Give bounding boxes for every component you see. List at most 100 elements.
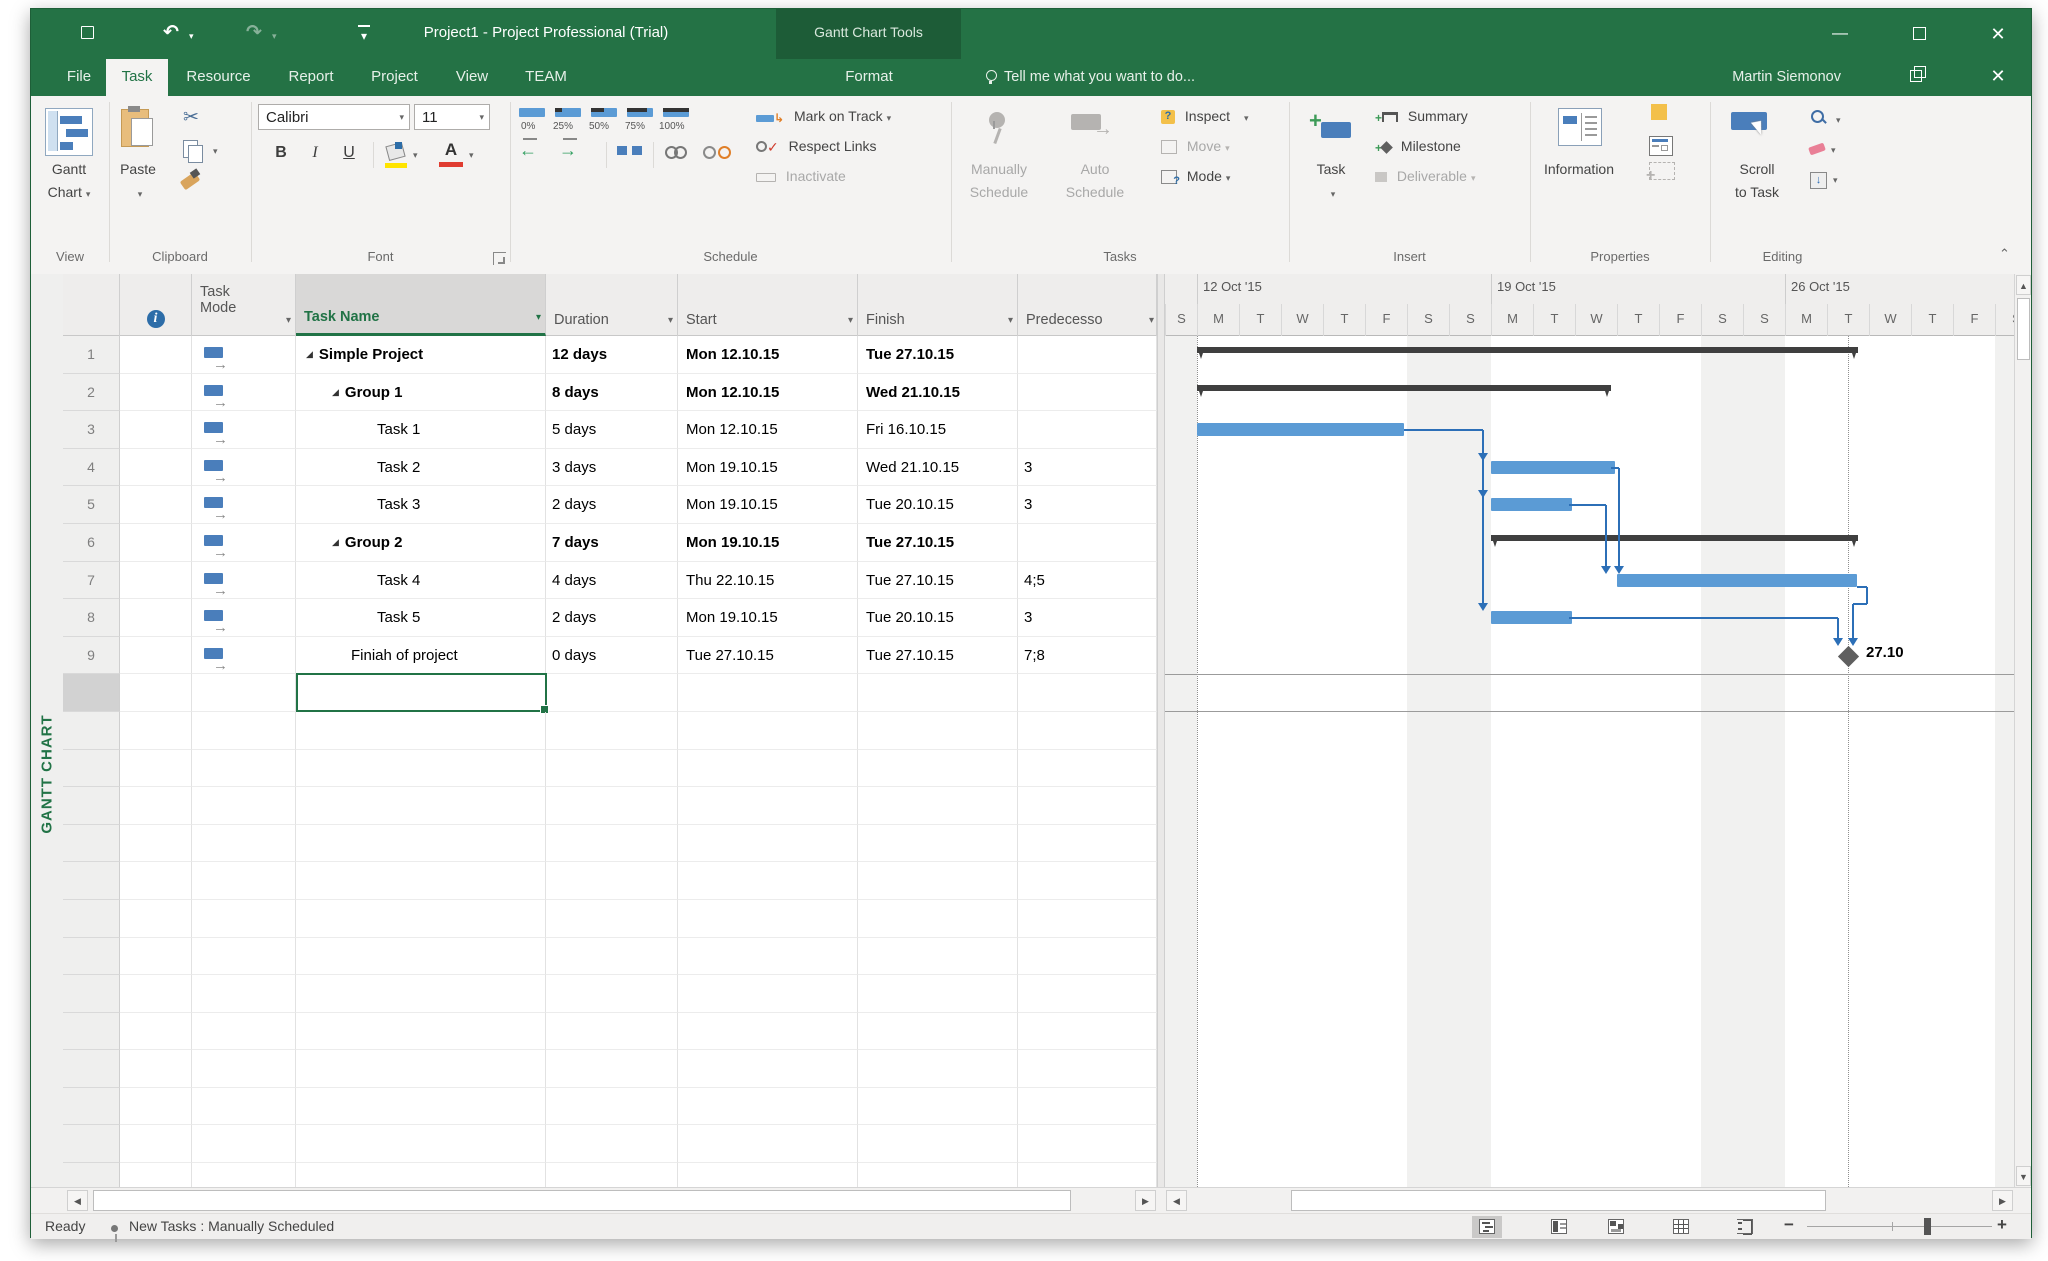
- respect-links-button[interactable]: ✓ Respect Links: [756, 138, 877, 156]
- table-scroll-right-icon[interactable]: ▶: [1135, 1190, 1156, 1211]
- header-predecessors[interactable]: Predecesso ▾: [1018, 274, 1157, 336]
- table-row[interactable]: [63, 712, 1157, 750]
- view-gantt-button[interactable]: [1472, 1216, 1502, 1238]
- font-color-button[interactable]: A: [439, 140, 463, 168]
- table-row[interactable]: 9→Finiah of project0 daysTue 27.10.15Tue…: [63, 637, 1157, 675]
- zoom-out-icon[interactable]: −: [1784, 1215, 1794, 1235]
- table-row[interactable]: 1→◢Simple Project12 daysMon 12.10.15Tue …: [63, 336, 1157, 374]
- link-tasks-icon[interactable]: [665, 146, 687, 164]
- outdent-task-icon[interactable]: ←: [519, 140, 537, 161]
- redo-dropdown-icon[interactable]: ▾: [272, 31, 277, 42]
- expand-collapse-icon[interactable]: ◢: [332, 387, 339, 397]
- expand-collapse-icon[interactable]: ◢: [306, 349, 313, 359]
- expand-collapse-icon[interactable]: ◢: [332, 537, 339, 547]
- unlink-tasks-icon[interactable]: [703, 146, 731, 164]
- indent-task-icon[interactable]: →: [559, 140, 577, 161]
- header-duration[interactable]: Duration ▾: [546, 274, 678, 336]
- insert-task-button[interactable]: Task▾: [1303, 158, 1359, 206]
- add-to-timeline-icon[interactable]: +: [1649, 162, 1675, 180]
- table-row[interactable]: [63, 1013, 1157, 1051]
- header-start[interactable]: Start ▾: [678, 274, 858, 336]
- table-row[interactable]: [63, 674, 1157, 712]
- finish-filter-icon[interactable]: ▾: [1008, 315, 1013, 326]
- milestone-diamond[interactable]: [1838, 646, 1859, 667]
- manually-schedule-button[interactable]: ManuallySchedule: [953, 158, 1045, 204]
- selected-cell[interactable]: [296, 673, 547, 712]
- table-row[interactable]: [63, 750, 1157, 788]
- maximize-button[interactable]: [1896, 21, 1942, 49]
- font-size-select[interactable]: 11▾: [414, 104, 490, 130]
- table-chart-splitter[interactable]: [1157, 274, 1165, 1187]
- collapse-ribbon-icon[interactable]: ⌃: [1999, 246, 2010, 262]
- tab-team[interactable]: TEAM: [509, 59, 583, 96]
- restore-document-button[interactable]: [1893, 63, 1939, 91]
- display-task-details-icon[interactable]: [1649, 136, 1673, 156]
- vertical-scrollbar[interactable]: ▲ ▼: [2014, 274, 2031, 1187]
- view-task-usage-button[interactable]: [1544, 1216, 1574, 1238]
- manually-schedule-icon[interactable]: [979, 108, 1019, 148]
- paste-icon[interactable]: [121, 106, 155, 148]
- vertical-scroll-thumb[interactable]: [2017, 298, 2030, 360]
- scroll-to-task-icon[interactable]: [1731, 108, 1783, 148]
- background-color-button[interactable]: [385, 142, 407, 168]
- find-button[interactable]: ▾: [1811, 110, 1841, 128]
- gantt-chart-canvas[interactable]: 27.10: [1165, 336, 2014, 1187]
- table-body[interactable]: 1→◢Simple Project12 daysMon 12.10.15Tue …: [63, 336, 1157, 1187]
- view-resource-sheet-button[interactable]: [1666, 1216, 1696, 1238]
- header-finish[interactable]: Finish ▾: [858, 274, 1018, 336]
- gantt-chart-view-button[interactable]: Gantt Chart▾: [33, 158, 105, 206]
- inactivate-button[interactable]: Inactivate: [756, 168, 846, 185]
- table-row[interactable]: [63, 787, 1157, 825]
- task-mode-filter-icon[interactable]: ▾: [286, 315, 291, 326]
- inspect-button[interactable]: ? Inspect▾: [1161, 108, 1249, 124]
- table-row[interactable]: [63, 938, 1157, 976]
- duration-filter-icon[interactable]: ▾: [668, 315, 673, 326]
- scroll-up-icon[interactable]: ▲: [2016, 275, 2031, 295]
- mark-on-track-button[interactable]: ↳ Mark on Track▾: [756, 108, 891, 125]
- table-row[interactable]: [63, 1050, 1157, 1088]
- zoom-slider-track[interactable]: [1807, 1226, 1992, 1227]
- header-info[interactable]: i: [120, 274, 192, 336]
- table-scroll-thumb[interactable]: [93, 1190, 1071, 1211]
- tab-view[interactable]: View: [441, 59, 503, 96]
- header-task-name[interactable]: Task Name ▾: [296, 274, 546, 336]
- copy-icon[interactable]: [183, 140, 198, 158]
- fill-button[interactable]: ↓▾: [1810, 170, 1838, 189]
- pct-50-icon[interactable]: [591, 108, 617, 117]
- table-row[interactable]: 8→Task 52 daysMon 19.10.15Tue 20.10.153: [63, 599, 1157, 637]
- zoom-in-icon[interactable]: +: [1997, 1215, 2007, 1235]
- clear-button[interactable]: ▾: [1809, 140, 1836, 158]
- table-row[interactable]: 6→◢Group 27 daysMon 19.10.15Tue 27.10.15: [63, 524, 1157, 562]
- chart-scroll-left-icon[interactable]: ◀: [1166, 1190, 1187, 1211]
- scroll-to-task-button[interactable]: Scrollto Task: [1719, 158, 1795, 204]
- cut-icon[interactable]: ✂: [183, 106, 199, 129]
- chart-scroll-right-icon[interactable]: ▶: [1992, 1190, 2013, 1211]
- status-new-tasks[interactable]: New Tasks : Manually Scheduled: [129, 1218, 334, 1234]
- move-button[interactable]: Move▾: [1161, 138, 1230, 154]
- scroll-down-icon[interactable]: ▼: [2016, 1166, 2031, 1186]
- pct-25-icon[interactable]: [555, 108, 581, 117]
- undo-icon[interactable]: ↶: [163, 22, 179, 44]
- redo-icon[interactable]: ↷: [246, 22, 262, 44]
- table-row[interactable]: 5→Task 32 daysMon 19.10.15Tue 20.10.153: [63, 486, 1157, 524]
- tab-project[interactable]: Project: [356, 59, 433, 96]
- zoom-slider-thumb[interactable]: [1924, 1218, 1931, 1235]
- gantt-chart-view-icon[interactable]: [45, 108, 93, 156]
- view-report-button[interactable]: [1730, 1216, 1760, 1238]
- undo-dropdown-icon[interactable]: ▾: [189, 31, 194, 42]
- task-bar[interactable]: [1491, 611, 1572, 624]
- tell-me-box[interactable]: Tell me what you want to do...: [986, 59, 1195, 96]
- insert-summary-button[interactable]: + Summary: [1375, 108, 1468, 125]
- tab-report[interactable]: Report: [273, 59, 349, 96]
- bold-button[interactable]: B: [269, 144, 293, 162]
- table-row[interactable]: 3→Task 15 daysMon 12.10.15Fri 16.10.15: [63, 411, 1157, 449]
- pct-0-icon[interactable]: [519, 108, 545, 117]
- tab-file[interactable]: File: [56, 59, 102, 96]
- tab-format[interactable]: Format: [825, 59, 913, 96]
- user-account[interactable]: Martin Siemonov: [1701, 59, 1841, 96]
- underline-button[interactable]: U: [337, 144, 361, 162]
- pct-100-icon[interactable]: [663, 108, 689, 117]
- header-row-number[interactable]: [63, 274, 120, 336]
- paste-button[interactable]: Paste▾: [103, 158, 173, 206]
- auto-schedule-button[interactable]: AutoSchedule: [1049, 158, 1141, 204]
